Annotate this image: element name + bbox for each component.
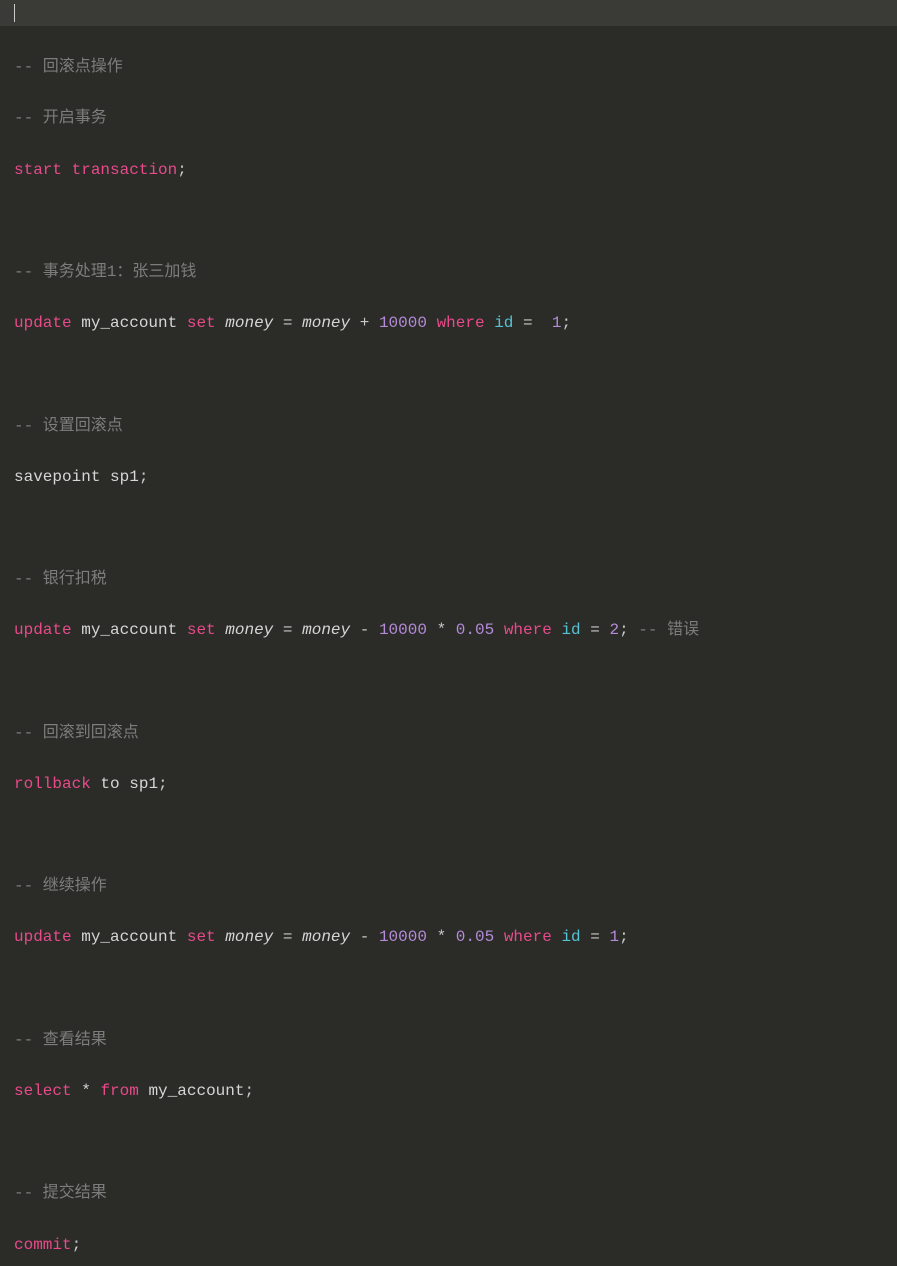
comment-text: -- 银行扣税: [14, 570, 107, 588]
column-name: id: [494, 314, 513, 332]
operator: =: [590, 621, 600, 639]
punct: ;: [72, 1236, 82, 1254]
comment-text: -- 查看结果: [14, 1031, 107, 1049]
keyword: where: [504, 621, 552, 639]
comment-text: -- 继续操作: [14, 877, 107, 895]
punct: ;: [244, 1082, 254, 1100]
code-line: [14, 977, 883, 1003]
code-line: -- 银行扣税: [14, 567, 883, 593]
number-literal: 10000: [379, 928, 427, 946]
operator: =: [523, 314, 533, 332]
operator: *: [437, 621, 447, 639]
keyword: where: [437, 314, 485, 332]
code-line: select * from my_account;: [14, 1079, 883, 1105]
operator: =: [590, 928, 600, 946]
number-literal: 1: [609, 928, 619, 946]
code-line: savepoint sp1;: [14, 465, 883, 491]
operator: -: [360, 621, 370, 639]
column-name: money: [302, 928, 350, 946]
code-line: [14, 209, 883, 235]
comment-text: -- 设置回滚点: [14, 417, 123, 435]
code-line: [14, 669, 883, 695]
punct: ;: [619, 928, 629, 946]
comment-text: -- 回滚到回滚点: [14, 724, 139, 742]
comment-text: -- 提交结果: [14, 1184, 107, 1202]
comment-text: -- 事务处理1：张三加钱: [14, 263, 196, 281]
number-literal: 0.05: [456, 928, 494, 946]
current-line-highlight: [0, 0, 897, 26]
star: *: [81, 1082, 91, 1100]
punct: ;: [561, 314, 571, 332]
code-line: -- 设置回滚点: [14, 414, 883, 440]
code-line: rollback to sp1;: [14, 772, 883, 798]
number-literal: 10000: [379, 621, 427, 639]
code-line: -- 回滚点操作: [14, 55, 883, 81]
code-line: [14, 516, 883, 542]
column-name: id: [561, 928, 580, 946]
column-name: money: [225, 314, 273, 332]
column-name: money: [225, 928, 273, 946]
keyword: where: [504, 928, 552, 946]
keyword: from: [100, 1082, 138, 1100]
table-name: my_account: [81, 314, 177, 332]
code-line: update my_account set money = money + 10…: [14, 311, 883, 337]
keyword: commit: [14, 1236, 72, 1254]
number-literal: 1: [552, 314, 562, 332]
keyword: set: [187, 928, 216, 946]
table-name: my_account: [81, 621, 177, 639]
column-name: money: [302, 314, 350, 332]
number-literal: 10000: [379, 314, 427, 332]
number-literal: 0.05: [456, 621, 494, 639]
code-line: -- 事务处理1：张三加钱: [14, 260, 883, 286]
operator: *: [437, 928, 447, 946]
code-line: [14, 823, 883, 849]
keyword: transaction: [72, 161, 178, 179]
savepoint-name: sp1: [110, 468, 139, 486]
keyword: start: [14, 161, 62, 179]
comment-text: -- 开启事务: [14, 109, 107, 127]
keyword: update: [14, 314, 72, 332]
punct: ;: [158, 775, 168, 793]
keyword: update: [14, 621, 72, 639]
code-line: -- 继续操作: [14, 874, 883, 900]
operator: =: [283, 314, 293, 332]
code-line: update my_account set money = money - 10…: [14, 925, 883, 951]
operator: =: [283, 621, 293, 639]
number-literal: 2: [609, 621, 619, 639]
code-content: -- 回滚点操作 -- 开启事务 start transaction; -- 事…: [14, 30, 883, 1266]
column-name: money: [302, 621, 350, 639]
code-editor[interactable]: -- 回滚点操作 -- 开启事务 start transaction; -- 事…: [0, 0, 897, 1266]
code-line: [14, 1130, 883, 1156]
table-name: my_account: [148, 1082, 244, 1100]
code-line: [14, 362, 883, 388]
code-line: commit;: [14, 1233, 883, 1259]
code-line: update my_account set money = money - 10…: [14, 618, 883, 644]
keyword: select: [14, 1082, 72, 1100]
keyword: rollback: [14, 775, 91, 793]
code-line: -- 提交结果: [14, 1181, 883, 1207]
operator: +: [360, 314, 370, 332]
column-name: id: [561, 621, 580, 639]
comment-text: -- 错误: [638, 621, 699, 639]
text-cursor: [14, 4, 15, 22]
column-name: money: [225, 621, 273, 639]
operator: =: [283, 928, 293, 946]
punct: ;: [177, 161, 187, 179]
code-line: -- 查看结果: [14, 1028, 883, 1054]
punct: ;: [619, 621, 629, 639]
keyword: set: [187, 314, 216, 332]
code-line: -- 回滚到回滚点: [14, 721, 883, 747]
code-line: start transaction;: [14, 158, 883, 184]
punct: ;: [139, 468, 149, 486]
savepoint-name: sp1: [129, 775, 158, 793]
code-line: -- 开启事务: [14, 106, 883, 132]
keyword: set: [187, 621, 216, 639]
comment-text: -- 回滚点操作: [14, 58, 123, 76]
keyword: savepoint: [14, 468, 100, 486]
keyword: to: [100, 775, 119, 793]
keyword: update: [14, 928, 72, 946]
table-name: my_account: [81, 928, 177, 946]
operator: -: [360, 928, 370, 946]
